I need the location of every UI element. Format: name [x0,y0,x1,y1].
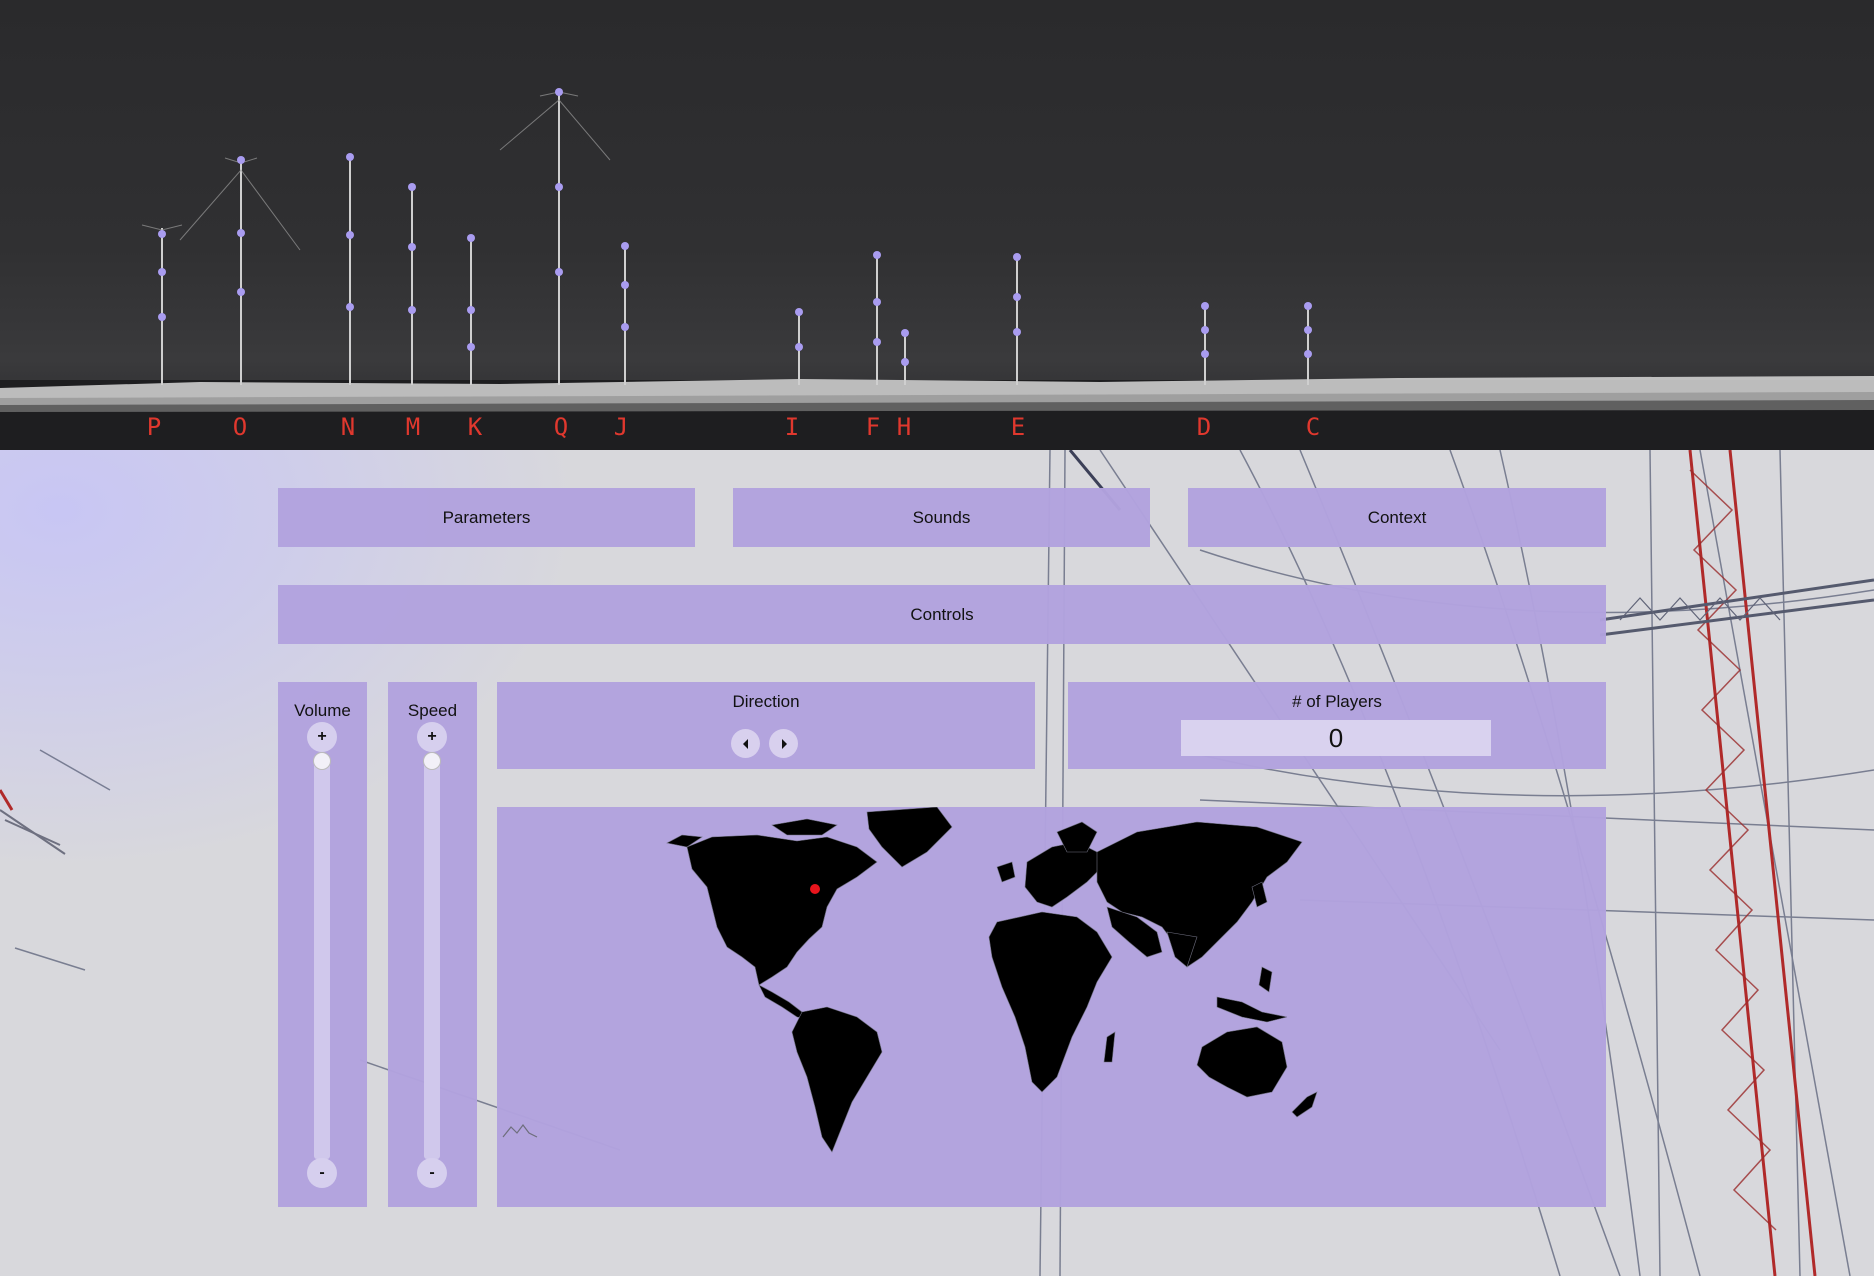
direction-right-button[interactable] [769,729,798,758]
context-button[interactable]: Context [1188,488,1606,547]
mast-label-d: D [1196,413,1212,441]
logo-icon [502,1124,538,1138]
world-map-panel[interactable] [497,807,1606,1207]
direction-left-button[interactable] [731,729,760,758]
controls-button[interactable]: Controls [278,585,1606,644]
mast-label-q: Q [553,413,569,441]
mast-label-h: H [896,413,912,441]
volume-title: Volume [294,701,351,720]
sounds-label: Sounds [912,507,971,527]
speed-title: Speed [407,701,458,720]
players-count: 0 [1181,720,1491,756]
mast-label-e: E [1010,413,1026,441]
speed-plus-button[interactable]: + [417,722,447,752]
minus-icon: - [319,1164,325,1181]
triangle-left-icon [742,738,748,749]
players-panel: # of Players 0 [1068,682,1606,769]
mast-label-f: F [865,413,881,441]
minus-icon: - [429,1164,435,1181]
volume-minus-button[interactable]: - [307,1158,337,1188]
antenna-field-illustration [0,88,1874,450]
world-map[interactable] [497,807,1606,1207]
sounds-button[interactable]: Sounds [733,488,1150,547]
players-title: # of Players [1292,692,1382,711]
speed-slider-track[interactable] [424,757,440,1159]
mast-label-c: C [1305,413,1321,441]
volume-panel: Volume + - [278,682,367,1207]
volume-slider-track[interactable] [314,757,330,1159]
speed-minus-button[interactable]: - [417,1158,447,1188]
location-marker[interactable] [810,884,820,894]
plus-icon: + [427,728,437,745]
speed-slider-thumb[interactable] [423,752,441,770]
context-label: Context [1367,507,1427,527]
direction-title: Direction [732,692,800,711]
volume-slider-thumb[interactable] [313,752,331,770]
speed-panel: Speed + - [388,682,477,1207]
mast-label-k: K [467,413,483,441]
controls-label: Controls [910,604,974,624]
mast-label-m: M [405,413,421,441]
parameters-button[interactable]: Parameters [278,488,695,547]
triangle-right-icon [781,738,787,749]
mast-label-o: O [232,413,248,441]
antenna-photo-banner: P O N M K Q J I F H E D C [0,0,1874,450]
parameters-label: Parameters [442,507,531,527]
mast-label-n: N [340,413,356,441]
mast-label-p: P [146,413,162,441]
mast-label-i: I [784,413,800,441]
mast-label-j: J [613,413,629,441]
volume-plus-button[interactable]: + [307,722,337,752]
direction-panel: Direction [497,682,1035,769]
plus-icon: + [317,728,327,745]
